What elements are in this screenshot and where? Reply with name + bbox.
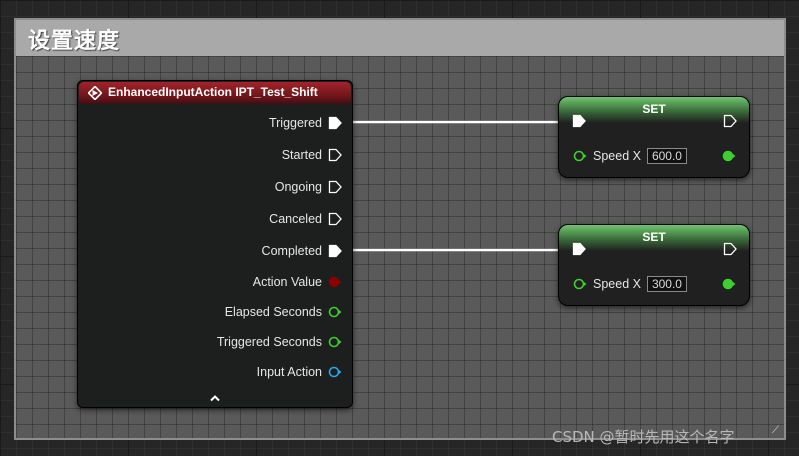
float-pin-icon[interactable]	[328, 335, 342, 349]
speed-x-input-row[interactable]: Speed X 600.0	[573, 147, 687, 165]
pin-label-triggered: Triggered	[268, 116, 322, 130]
watermark-text: CSDN @暂时先用这个名字	[552, 428, 735, 446]
exec-pin-filled-icon[interactable]	[328, 244, 342, 258]
set-speed-node-1[interactable]: SET Speed X 600.0	[558, 96, 750, 178]
float-in-pin-icon[interactable]	[573, 149, 587, 163]
set-node-title: SET	[642, 230, 666, 244]
pin-row-completed[interactable]: Completed	[262, 241, 342, 261]
pin-label-elapsed-seconds: Elapsed Seconds	[224, 305, 322, 319]
speed-x-input-row[interactable]: Speed X 300.0	[573, 275, 687, 293]
float-pin-icon[interactable]	[328, 305, 342, 319]
exec-out-pin-icon[interactable]	[723, 242, 737, 256]
float-out-pin-icon[interactable]	[722, 277, 736, 291]
exec-pin-filled-icon[interactable]	[328, 116, 342, 130]
pin-label-ongoing: Ongoing	[274, 180, 322, 194]
float-out-pin-icon[interactable]	[722, 149, 736, 163]
speed-x-value-field[interactable]: 600.0	[646, 148, 687, 164]
exec-pin-empty-icon[interactable]	[328, 180, 342, 194]
pin-label-triggered-seconds: Triggered Seconds	[216, 335, 322, 349]
exec-pin-empty-icon[interactable]	[328, 148, 342, 162]
speed-x-value-field[interactable]: 300.0	[646, 276, 687, 292]
event-node-header[interactable]: EnhancedInputAction IPT_Test_Shift	[79, 82, 351, 104]
pin-label-input-action: Input Action	[256, 365, 322, 379]
set-node-header: SET	[559, 97, 749, 123]
pin-row-canceled[interactable]: Canceled	[269, 209, 342, 229]
set-speed-node-2[interactable]: SET Speed X 300.0	[558, 224, 750, 306]
set-node-header: SET	[559, 225, 749, 251]
pin-row-action-value[interactable]: Action Value	[253, 272, 342, 292]
pin-label-completed: Completed	[261, 244, 322, 258]
exec-in-pin-icon[interactable]	[572, 242, 586, 256]
pin-label-action-value: Action Value	[252, 275, 322, 289]
pin-row-input-action[interactable]: Input Action	[257, 362, 342, 382]
event-diamond-icon	[88, 86, 102, 100]
bool-pin-icon[interactable]	[328, 275, 342, 289]
float-in-pin-icon[interactable]	[573, 277, 587, 291]
pin-row-ongoing[interactable]: Ongoing	[275, 177, 342, 197]
enhanced-input-action-node[interactable]: EnhancedInputAction IPT_Test_Shift Trigg…	[77, 80, 353, 408]
collapse-chevron-up-icon[interactable]	[209, 393, 221, 403]
pin-row-started[interactable]: Started	[282, 145, 342, 165]
event-node-title: EnhancedInputAction IPT_Test_Shift	[108, 85, 318, 99]
set-node-title: SET	[642, 102, 666, 116]
pin-label-started: Started	[281, 148, 322, 162]
speed-x-label: Speed X	[593, 277, 641, 291]
speed-x-label: Speed X	[593, 149, 641, 163]
exec-pin-empty-icon[interactable]	[328, 212, 342, 226]
pin-label-canceled: Canceled	[269, 212, 322, 226]
object-pin-icon[interactable]	[328, 365, 342, 379]
pin-row-elapsed-seconds[interactable]: Elapsed Seconds	[225, 302, 342, 322]
exec-out-pin-icon[interactable]	[723, 114, 737, 128]
exec-in-pin-icon[interactable]	[572, 114, 586, 128]
pin-row-triggered[interactable]: Triggered	[269, 113, 342, 133]
pin-row-triggered-seconds[interactable]: Triggered Seconds	[217, 332, 342, 352]
